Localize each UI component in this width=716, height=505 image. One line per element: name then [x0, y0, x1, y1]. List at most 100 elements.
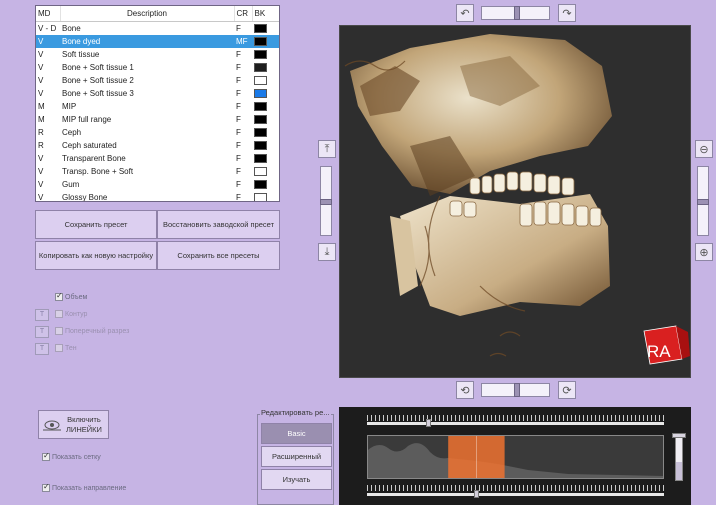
color-swatch[interactable] [254, 180, 267, 189]
preset-row[interactable]: V Bone + Soft tissue 2 F [36, 74, 279, 87]
preset-description: Bone + Soft tissue 1 [62, 63, 134, 72]
column-header-description[interactable]: Description [60, 6, 235, 22]
preset-row[interactable]: V - D Bone F [36, 22, 279, 36]
preset-row[interactable]: M MIP full range F [36, 113, 279, 126]
preset-row[interactable]: V Soft tissue F [36, 48, 279, 61]
color-swatch[interactable] [254, 115, 267, 124]
bottom-rotation-slider[interactable] [481, 383, 550, 397]
preset-background-color[interactable] [252, 100, 279, 113]
preset-row[interactable]: V Bone + Soft tissue 3 F [36, 87, 279, 100]
preset-background-color[interactable] [252, 113, 279, 126]
top-ruler-track[interactable] [367, 422, 664, 425]
preset-row[interactable]: V Bone + Soft tissue 1 F [36, 61, 279, 74]
preset-background-color[interactable] [252, 178, 279, 191]
preset-row[interactable]: R Ceph F [36, 126, 279, 139]
checkbox-box[interactable] [42, 482, 50, 492]
preset-row[interactable]: M MIP F [36, 100, 279, 113]
color-swatch[interactable] [254, 167, 267, 176]
preset-table[interactable]: MD Description CR BK V - D Bone F V Bone dye… [35, 5, 280, 202]
checkbox-box[interactable] [55, 327, 63, 335]
contour-checkbox[interactable]: Контур [55, 310, 87, 318]
save-all-presets-button[interactable]: Сохранить все пресеты [157, 241, 280, 270]
color-swatch[interactable] [254, 193, 267, 201]
preset-background-color[interactable] [252, 191, 279, 201]
checkbox-box[interactable] [55, 310, 63, 318]
preset-background-color[interactable] [252, 126, 279, 139]
advanced-mode-button[interactable]: Расширенный [261, 446, 332, 467]
skull-render-image: RA [344, 34, 690, 365]
opacity-slider-thumb[interactable] [672, 433, 686, 438]
color-swatch[interactable] [254, 24, 267, 33]
copy-as-new-button[interactable]: Копировать как новую настройку [35, 241, 157, 270]
slider-thumb[interactable] [320, 199, 332, 205]
color-swatch[interactable] [254, 37, 267, 46]
preset-row[interactable]: V Transparent Bone F [36, 152, 279, 165]
contour-t-button[interactable]: T [35, 309, 49, 321]
left-tilt-slider[interactable] [320, 166, 332, 236]
cross-section-checkbox[interactable]: Поперечный разрез [55, 327, 129, 335]
orientation-cube-icon[interactable]: RA [643, 325, 690, 365]
save-preset-button[interactable]: Сохранить пресет [35, 210, 157, 239]
transfer-function-panel[interactable] [339, 407, 691, 505]
top-ruler-ticks [367, 415, 664, 421]
top-rotation-slider[interactable] [481, 6, 550, 20]
slider-thumb[interactable] [697, 199, 709, 205]
shadow-checkbox[interactable]: Тен [55, 344, 77, 352]
color-swatch[interactable] [254, 89, 267, 98]
preset-row[interactable]: V Gum F [36, 178, 279, 191]
column-header-md[interactable]: MD [36, 6, 61, 22]
preset-row[interactable]: V Glossy Bone F [36, 191, 279, 201]
column-header-bk[interactable]: BK [252, 6, 279, 22]
preset-cr: F [236, 102, 241, 111]
top-ruler-thumb[interactable] [426, 419, 432, 427]
zoom-out-icon[interactable]: ⊖ [695, 140, 713, 158]
basic-mode-button[interactable]: Basic [261, 423, 332, 444]
preset-background-color[interactable] [252, 152, 279, 165]
checkbox-box[interactable] [55, 291, 63, 301]
color-swatch[interactable] [254, 141, 267, 150]
zoom-in-icon[interactable]: ⊕ [695, 243, 713, 261]
toggle-rulers-button[interactable]: Включить ЛИНЕЙКИ [38, 410, 109, 439]
bottom-ruler-track[interactable] [367, 493, 664, 496]
tilt-up-icon[interactable]: ⤒ [318, 140, 336, 158]
shadow-t-button[interactable]: T [35, 343, 49, 355]
show-direction-checkbox[interactable]: Показать направление [42, 482, 126, 492]
rotate-left-icon[interactable]: ↶ [456, 4, 474, 22]
orientation-cube-label: RA [647, 342, 671, 361]
color-swatch[interactable] [254, 50, 267, 59]
color-swatch[interactable] [254, 76, 267, 85]
show-grid-checkbox[interactable]: Показать сетку [42, 451, 101, 461]
volume-render-viewport[interactable]: RA [339, 25, 691, 378]
preset-background-color[interactable] [252, 74, 279, 87]
checkbox-box[interactable] [42, 451, 50, 461]
preset-background-color[interactable] [252, 22, 279, 36]
preset-background-color[interactable] [252, 139, 279, 152]
color-swatch[interactable] [254, 63, 267, 72]
color-swatch[interactable] [254, 154, 267, 163]
study-mode-button[interactable]: Изучать [261, 469, 332, 490]
volume-checkbox[interactable]: Объем [55, 291, 87, 301]
tilt-down-icon[interactable]: ⤓ [318, 243, 336, 261]
histogram-area[interactable] [367, 435, 664, 479]
slider-thumb[interactable] [514, 6, 520, 20]
preset-row[interactable]: V Bone dyed MF [36, 35, 279, 48]
rotate-right-icon[interactable]: ↷ [558, 4, 576, 22]
rotate-horizontal-left-icon[interactable]: ⟲ [456, 381, 474, 399]
slider-thumb[interactable] [514, 383, 520, 397]
restore-factory-preset-button[interactable]: Восстановить заводской пресет [157, 210, 280, 239]
rotate-horizontal-right-icon[interactable]: ⟳ [558, 381, 576, 399]
preset-row[interactable]: R Ceph saturated F [36, 139, 279, 152]
checkbox-box[interactable] [55, 344, 63, 352]
color-swatch[interactable] [254, 128, 267, 137]
bottom-ruler-thumb[interactable] [473, 490, 479, 498]
preset-background-color[interactable] [252, 165, 279, 178]
preset-background-color[interactable] [252, 87, 279, 100]
color-swatch[interactable] [254, 102, 267, 111]
preset-background-color[interactable] [252, 35, 279, 48]
cross-section-t-button[interactable]: T [35, 326, 49, 338]
preset-row[interactable]: V Transp. Bone + Soft F [36, 165, 279, 178]
preset-background-color[interactable] [252, 61, 279, 74]
column-header-cr[interactable]: CR [234, 6, 253, 22]
zoom-slider[interactable] [697, 166, 709, 236]
preset-background-color[interactable] [252, 48, 279, 61]
